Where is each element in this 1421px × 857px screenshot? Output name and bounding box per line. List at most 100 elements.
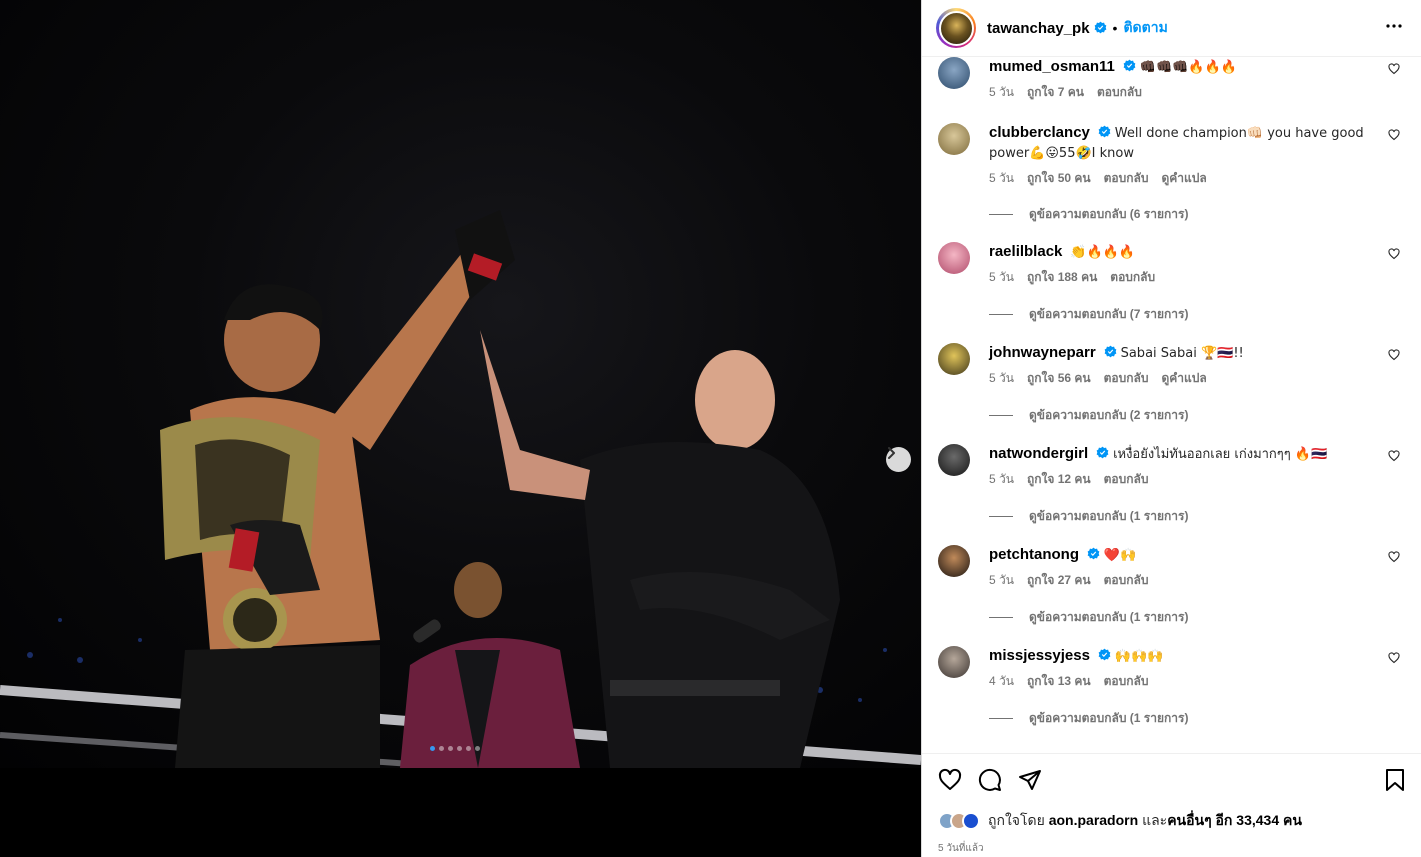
comment-age: 5 วัน (989, 270, 1014, 284)
more-options-button[interactable] (1385, 17, 1403, 40)
reply-button[interactable]: ตอบกลับ (1110, 268, 1155, 287)
see-translation-button[interactable]: ดูคำแปล (1161, 369, 1206, 388)
like-comment-button[interactable] (1388, 62, 1400, 80)
comment-text: mumed_osman11 👊🏿👊🏿👊🏿🔥🔥🔥 (989, 58, 1237, 75)
like-button[interactable] (938, 768, 962, 797)
commenter-avatar[interactable] (938, 545, 970, 577)
carousel-dot (439, 746, 444, 751)
comment-meta: 5 วัน ถูกใจ 12 คน ตอบกลับ (989, 470, 1369, 489)
commenter-avatar[interactable] (938, 343, 970, 375)
commenter-avatar[interactable] (938, 444, 970, 476)
commenter-username[interactable]: missjessyjess (989, 647, 1090, 664)
verified-badge-icon (1094, 21, 1106, 33)
commenter-avatar[interactable] (938, 123, 970, 155)
carousel-dot (448, 746, 453, 751)
carousel-indicator (430, 746, 480, 751)
comment-like-count[interactable]: ถูกใจ 27 คน (1027, 571, 1091, 590)
post-side-panel: tawanchay_pk • ติดตาม mumed_osman11 👊🏿👊🏿… (921, 0, 1421, 857)
heart-outline-icon (1388, 551, 1400, 563)
reply-button[interactable]: ตอบกลับ (1104, 470, 1149, 489)
commenter-avatar[interactable] (938, 646, 970, 678)
commenter-username[interactable]: mumed_osman11 (989, 58, 1115, 75)
share-button[interactable] (1018, 768, 1042, 797)
commenter-username[interactable]: raelilblack (989, 243, 1062, 260)
comment-text: raelilblack 👏🔥🔥🔥 (989, 243, 1136, 260)
author-username[interactable]: tawanchay_pk (987, 20, 1107, 37)
heart-outline-icon (1388, 129, 1400, 141)
view-replies-button[interactable]: ดูข้อความตอบกลับ (1 รายการ) (989, 608, 1188, 627)
carousel-dot (475, 746, 480, 751)
liker-username[interactable]: aon.paradorn (1049, 812, 1138, 828)
carousel-dot (457, 746, 462, 751)
carousel-dot-active (430, 746, 435, 751)
replies-divider-line (989, 718, 1013, 719)
comment-like-count[interactable]: ถูกใจ 7 คน (1027, 83, 1084, 102)
follow-button[interactable]: ติดตาม (1123, 17, 1167, 39)
view-replies-label: ดูข้อความตอบกลับ (1 รายการ) (1029, 711, 1189, 725)
save-button[interactable] (1384, 768, 1406, 797)
verified-badge-icon (1098, 648, 1111, 661)
view-replies-button[interactable]: ดูข้อความตอบกลับ (1 รายการ) (989, 507, 1188, 526)
comment-meta: 4 วัน ถูกใจ 13 คน ตอบกลับ (989, 672, 1369, 691)
view-replies-label: ดูข้อความตอบกลับ (1 รายการ) (1029, 509, 1189, 523)
reply-button[interactable]: ตอบกลับ (1104, 571, 1149, 590)
reply-button[interactable]: ตอบกลับ (1104, 672, 1149, 691)
view-replies-button[interactable]: ดูข้อความตอบกลับ (7 รายการ) (989, 305, 1188, 324)
like-comment-button[interactable] (1388, 247, 1400, 265)
heart-outline-icon (938, 768, 962, 790)
comment-like-count[interactable]: ถูกใจ 50 คน (1027, 169, 1091, 188)
comment-age: 5 วัน (989, 573, 1014, 587)
comment-text: petchtanong ❤️🙌 (989, 546, 1137, 563)
post-photo (0, 0, 921, 768)
separator-bullet: • (1112, 20, 1118, 36)
view-replies-button[interactable]: ดูข้อความตอบกลับ (2 รายการ) (989, 406, 1188, 425)
commenter-username[interactable]: natwondergirl (989, 445, 1088, 462)
heart-outline-icon (1388, 349, 1400, 361)
view-replies-button[interactable]: ดูข้อความตอบกลับ (1 รายการ) (989, 709, 1188, 728)
chevron-right-icon (888, 447, 895, 459)
view-replies-button[interactable]: ดูข้อความตอบกลับ (6 รายการ) (989, 205, 1188, 224)
comment-meta: 5 วัน ถูกใจ 50 คน ตอบกลับ ดูคำแปล (989, 169, 1369, 188)
comment-age: 4 วัน (989, 674, 1014, 688)
verified-badge-icon (1096, 446, 1109, 459)
comment-meta: 5 วัน ถูกใจ 27 คน ตอบกลับ (989, 571, 1369, 590)
replies-divider-line (989, 415, 1013, 416)
comment-like-count[interactable]: ถูกใจ 12 คน (1027, 470, 1091, 489)
reply-button[interactable]: ตอบกลับ (1104, 369, 1149, 388)
post-actions: ถูกใจโดย aon.paradorn และคนอื่นๆ อีก 33,… (922, 753, 1421, 857)
next-slide-button[interactable] (886, 447, 911, 472)
verified-badge-icon (1098, 125, 1111, 138)
view-replies-label: ดูข้อความตอบกลับ (1 รายการ) (1029, 610, 1189, 624)
verified-badge-icon (1087, 547, 1100, 560)
comment-like-count[interactable]: ถูกใจ 188 คน (1027, 268, 1097, 287)
reply-button[interactable]: ตอบกลับ (1097, 83, 1142, 102)
like-comment-button[interactable] (1388, 128, 1400, 146)
commenter-avatar[interactable] (938, 242, 970, 274)
commenter-username[interactable]: clubberclancy (989, 124, 1090, 141)
comment-text: missjessyjess 🙌🙌🙌 (989, 647, 1164, 664)
comment-text: natwondergirl เหงื่อยังไม่ทันออกเลย เก่ง… (989, 445, 1328, 462)
commenter-avatar[interactable] (938, 57, 970, 89)
see-translation-button[interactable]: ดูคำแปล (1161, 169, 1206, 188)
author-avatar[interactable] (936, 8, 976, 48)
comment-age: 5 วัน (989, 371, 1014, 385)
replies-divider-line (989, 314, 1013, 315)
replies-divider-line (989, 516, 1013, 517)
reply-button[interactable]: ตอบกลับ (1104, 169, 1149, 188)
comment-like-count[interactable]: ถูกใจ 13 คน (1027, 672, 1091, 691)
comment-button[interactable] (978, 768, 1002, 797)
like-comment-button[interactable] (1388, 449, 1400, 467)
heart-outline-icon (1388, 652, 1400, 664)
verified-badge-icon (1104, 345, 1117, 358)
commenter-username[interactable]: johnwayneparr (989, 344, 1096, 361)
bookmark-icon (1386, 769, 1404, 791)
like-comment-button[interactable] (1388, 651, 1400, 669)
heart-outline-icon (1388, 63, 1400, 75)
others-link[interactable]: คนอื่นๆ อีก 33,434 คน (1167, 812, 1302, 828)
comment-like-count[interactable]: ถูกใจ 56 คน (1027, 369, 1091, 388)
paper-plane-icon (1019, 770, 1041, 790)
like-comment-button[interactable] (1388, 348, 1400, 366)
commenter-username[interactable]: petchtanong (989, 546, 1079, 563)
like-comment-button[interactable] (1388, 550, 1400, 568)
likes-summary: ถูกใจโดย aon.paradorn และคนอื่นๆ อีก 33,… (938, 810, 1302, 832)
